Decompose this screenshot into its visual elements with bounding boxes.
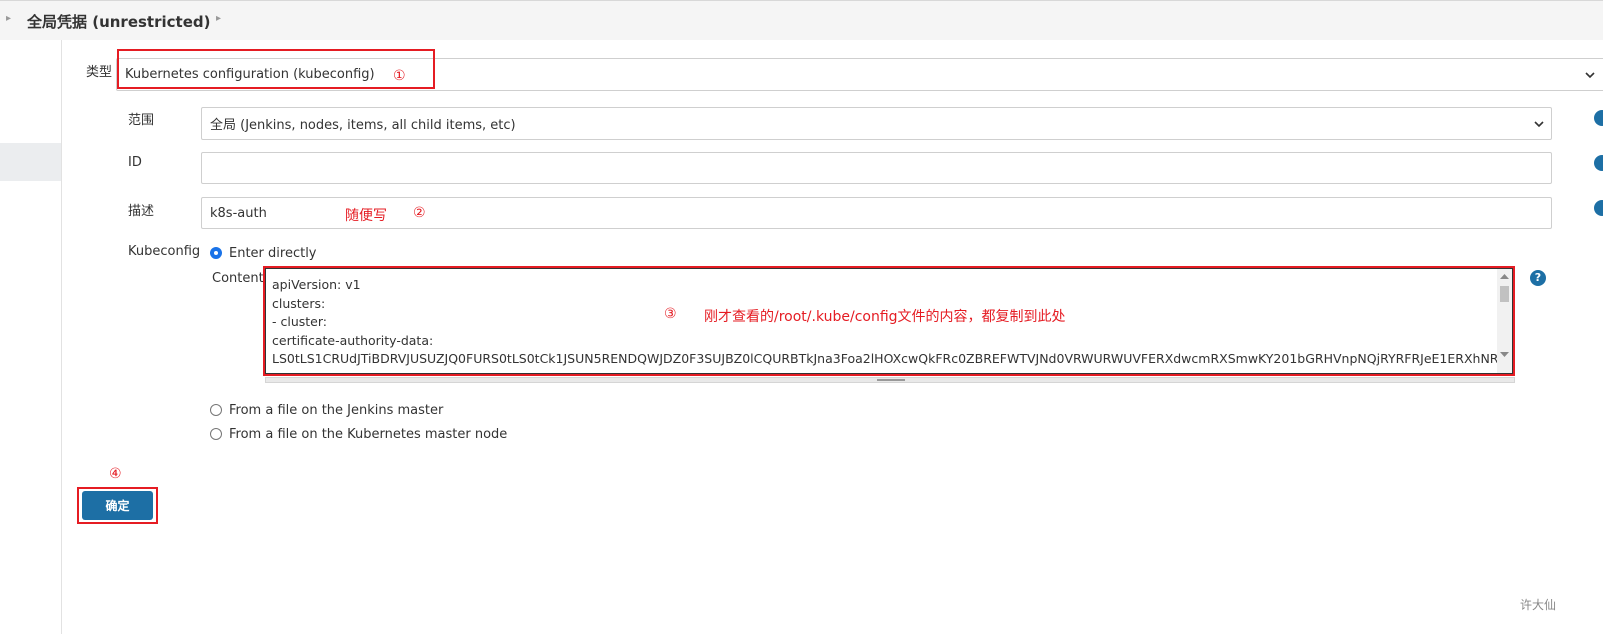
annotation-box-submit <box>77 487 158 524</box>
annotation-box-type <box>117 49 435 89</box>
breadcrumb-title[interactable]: 全局凭据 (unrestricted) <box>27 11 210 32</box>
chevron-down-icon <box>1585 71 1595 78</box>
help-icon[interactable] <box>1594 200 1603 216</box>
description-input-value: k8s-auth <box>210 205 267 221</box>
content-label: Content <box>212 271 264 286</box>
help-icon[interactable]: ? <box>1530 270 1546 286</box>
id-input[interactable] <box>201 152 1552 184</box>
id-label: ID <box>128 155 142 170</box>
type-label: 类型 <box>86 65 113 80</box>
chevron-right-icon: ▸ <box>6 13 12 24</box>
grip-icon <box>877 379 905 381</box>
jenkins-master-file-label[interactable]: From a file on the Jenkins master <box>229 403 443 418</box>
annotation-3-text: 刚才查看的/root/.kube/config文件的内容，都复制到此处 <box>704 309 1066 325</box>
chevron-down-icon <box>1534 120 1544 127</box>
enter-directly-radio[interactable] <box>210 247 222 259</box>
watermark: 许大仙 <box>1520 598 1557 612</box>
side-panel-active-item[interactable] <box>0 143 61 181</box>
annotation-2-text: 随便写 <box>345 208 387 224</box>
scope-select[interactable]: 全局 (Jenkins, nodes, items, all child ite… <box>201 107 1552 140</box>
chevron-right-icon[interactable]: ▸ <box>216 13 221 24</box>
annotation-4: ④ <box>109 466 122 482</box>
kubeconfig-label: Kubeconfig <box>128 244 201 259</box>
enter-directly-label[interactable]: Enter directly <box>229 246 317 261</box>
annotation-3: ③ <box>664 306 677 322</box>
k8s-master-file-radio[interactable] <box>210 428 222 440</box>
side-panel <box>0 40 62 634</box>
description-input[interactable]: k8s-auth <box>201 197 1552 229</box>
jenkins-master-file-radio[interactable] <box>210 404 222 416</box>
scope-select-value: 全局 (Jenkins, nodes, items, all child ite… <box>210 118 516 133</box>
breadcrumb: ▸ 全局凭据 (unrestricted) ▸ <box>0 0 1603 40</box>
help-icon[interactable] <box>1594 155 1603 171</box>
description-label: 描述 <box>128 204 155 219</box>
scope-label: 范围 <box>128 113 155 128</box>
annotation-2: ② <box>413 205 426 221</box>
textarea-resize-handle[interactable] <box>265 377 1515 383</box>
help-icon[interactable] <box>1594 110 1603 126</box>
k8s-master-file-label[interactable]: From a file on the Kubernetes master nod… <box>229 427 507 442</box>
annotation-1: ① <box>393 68 406 84</box>
